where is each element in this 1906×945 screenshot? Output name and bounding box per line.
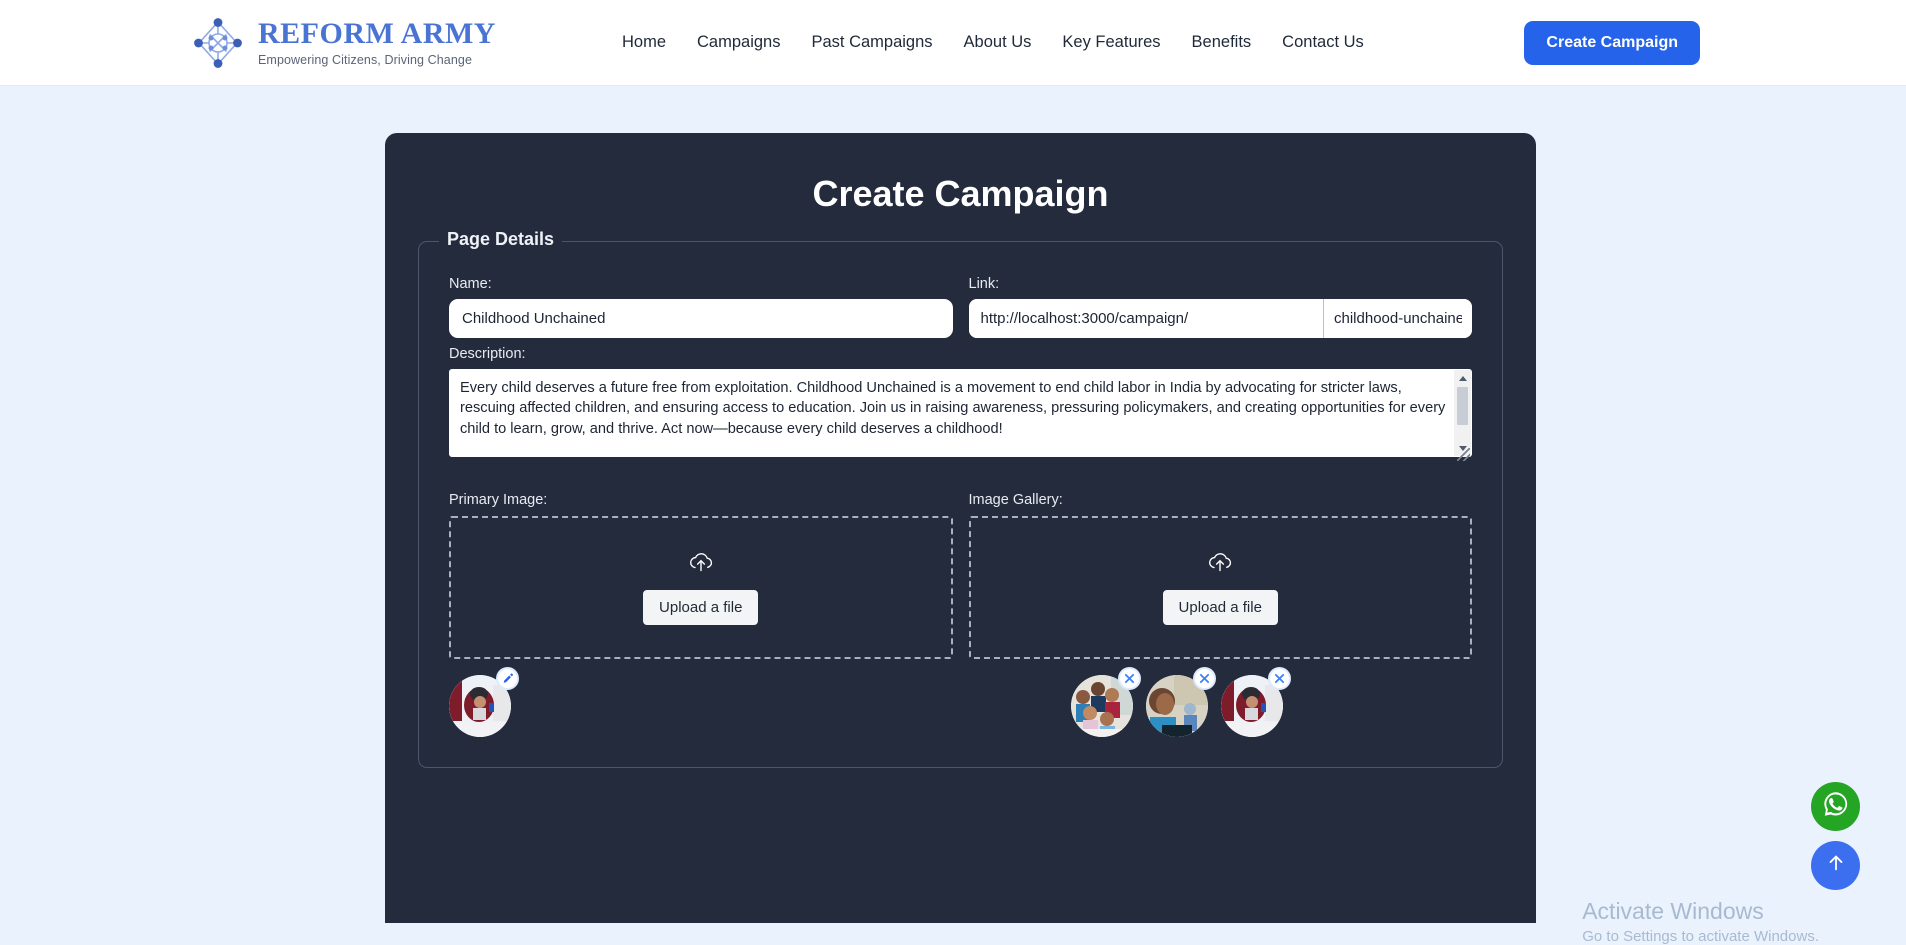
primary-upload-button[interactable]: Upload a file bbox=[643, 589, 759, 625]
page-title: Create Campaign bbox=[812, 173, 1109, 214]
nav-item-about-us[interactable]: About Us bbox=[964, 33, 1032, 52]
page-details-fieldset: Page Details Name: Link: Description: bbox=[418, 229, 1503, 768]
arrow-up-icon bbox=[1825, 852, 1847, 879]
page-details-legend: Page Details bbox=[439, 229, 563, 250]
edit-primary-image-badge[interactable] bbox=[496, 667, 519, 690]
scroll-to-top-button[interactable] bbox=[1811, 841, 1860, 890]
link-label: Link: bbox=[968, 276, 1000, 292]
main-nav: Home Campaigns Past Campaigns About Us K… bbox=[622, 33, 1364, 52]
description-textarea[interactable]: Every child deserves a future free from … bbox=[449, 369, 1472, 457]
remove-gallery-image-badge[interactable] bbox=[1192, 667, 1216, 690]
image-gallery-label: Image Gallery: bbox=[968, 492, 1063, 508]
primary-image-dropzone[interactable]: Upload a file bbox=[449, 516, 953, 659]
cloud-upload-icon bbox=[1207, 551, 1233, 578]
brand-tagline: Empowering Citizens, Driving Change bbox=[258, 52, 473, 67]
brand-title: REFORM ARMY bbox=[258, 16, 496, 50]
description-field: Every child deserves a future free from … bbox=[449, 369, 1472, 462]
nav-item-home[interactable]: Home bbox=[622, 33, 666, 52]
cloud-upload-icon bbox=[688, 551, 714, 578]
link-input-group bbox=[968, 299, 1472, 338]
watermark-line-2: Go to Settings to activate Windows. bbox=[1582, 928, 1819, 945]
description-label: Description: bbox=[449, 346, 526, 362]
nav-item-key-features[interactable]: Key Features bbox=[1062, 33, 1160, 52]
resize-grip-icon[interactable] bbox=[1457, 448, 1470, 461]
create-campaign-panel: Create Campaign Page Details Name: Link: bbox=[385, 133, 1536, 923]
brand-logo[interactable]: REFORM ARMY Empowering Citizens, Driving… bbox=[190, 15, 496, 71]
page-body: Create Campaign Page Details Name: Link: bbox=[0, 86, 1906, 945]
gallery-thumbnail[interactable] bbox=[1145, 667, 1216, 737]
description-scrollbar[interactable] bbox=[1454, 370, 1471, 456]
nav-item-contact-us[interactable]: Contact Us bbox=[1282, 33, 1364, 52]
gallery-upload-button[interactable]: Upload a file bbox=[1162, 589, 1278, 625]
whatsapp-icon bbox=[1821, 789, 1851, 824]
watermark-line-1: Activate Windows bbox=[1582, 898, 1764, 924]
whatsapp-float-button[interactable] bbox=[1811, 782, 1860, 831]
site-header: REFORM ARMY Empowering Citizens, Driving… bbox=[0, 0, 1906, 86]
name-label: Name: bbox=[449, 276, 492, 292]
network-nodes-icon bbox=[190, 15, 246, 71]
primary-image-thumbnail[interactable] bbox=[449, 667, 519, 737]
nav-item-campaigns[interactable]: Campaigns bbox=[697, 33, 780, 52]
gallery-thumbnails bbox=[961, 667, 1473, 737]
scroll-up-arrow-icon[interactable] bbox=[1454, 370, 1471, 386]
gallery-thumbnail[interactable] bbox=[1220, 667, 1291, 737]
link-slug-input[interactable] bbox=[1324, 299, 1472, 338]
gallery-dropzone[interactable]: Upload a file bbox=[968, 516, 1472, 659]
nav-item-benefits[interactable]: Benefits bbox=[1192, 33, 1252, 52]
gallery-thumbnail[interactable] bbox=[1070, 667, 1141, 737]
windows-activation-watermark: Activate Windows Go to Settings to activ… bbox=[1582, 898, 1819, 945]
scrollbar-thumb[interactable] bbox=[1457, 387, 1468, 425]
remove-gallery-image-badge[interactable] bbox=[1117, 667, 1141, 690]
nav-item-past-campaigns[interactable]: Past Campaigns bbox=[811, 33, 932, 52]
create-campaign-button[interactable]: Create Campaign bbox=[1524, 20, 1700, 65]
name-input[interactable] bbox=[449, 299, 953, 338]
link-prefix-input[interactable] bbox=[968, 299, 1324, 338]
remove-gallery-image-badge[interactable] bbox=[1267, 667, 1291, 690]
thumbnails-row bbox=[449, 667, 1473, 737]
primary-image-label: Primary Image: bbox=[449, 492, 548, 508]
